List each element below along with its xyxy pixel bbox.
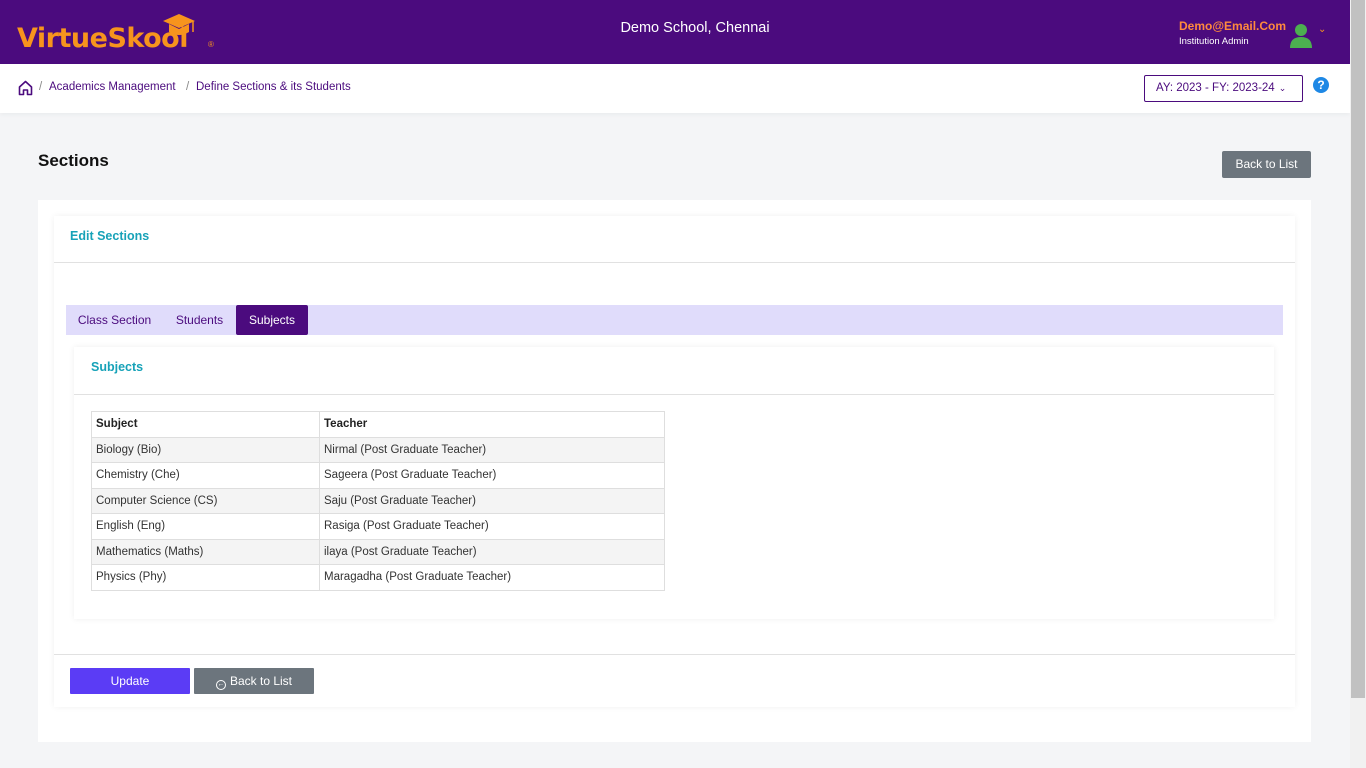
- user-avatar-icon[interactable]: [1289, 22, 1313, 48]
- divider: [54, 262, 1295, 263]
- table-row: Chemistry (Che) Sageera (Post Graduate T…: [91, 462, 665, 489]
- subject-cell: Mathematics (Maths): [91, 538, 320, 565]
- academic-year-value: AY: 2023 - FY: 2023-24: [1156, 82, 1275, 94]
- teacher-cell: Rasiga (Post Graduate Teacher): [319, 513, 665, 540]
- subjects-table: Subject Teacher Biology (Bio) Nirmal (Po…: [91, 411, 665, 591]
- divider: [74, 394, 1274, 395]
- table-row: Computer Science (CS) Saju (Post Graduat…: [91, 487, 665, 514]
- back-to-list-label: Back to List: [229, 674, 293, 688]
- card-title: Edit Sections: [70, 229, 150, 243]
- subject-cell: Biology (Bio): [91, 436, 320, 463]
- user-email[interactable]: Demo@Email.Com: [1179, 19, 1286, 33]
- update-button[interactable]: Update: [70, 668, 190, 694]
- help-icon[interactable]: ?: [1313, 77, 1329, 93]
- column-header-teacher: Teacher: [319, 411, 665, 438]
- user-role: Institution Admin: [1179, 36, 1249, 47]
- subject-cell: Physics (Phy): [91, 564, 320, 591]
- subjects-title: Subjects: [91, 360, 144, 374]
- breadcrumb-separator: /: [39, 81, 43, 93]
- breadcrumb-define-sections[interactable]: Define Sections & its Students: [196, 81, 351, 93]
- user-menu-chevron-down-icon[interactable]: ⌄: [1318, 24, 1326, 35]
- teacher-cell: Sageera (Post Graduate Teacher): [319, 462, 665, 489]
- teacher-cell: Nirmal (Post Graduate Teacher): [319, 436, 665, 463]
- column-header-subject: Subject: [91, 411, 320, 438]
- tab-class-section[interactable]: Class Section: [66, 305, 163, 335]
- divider: [54, 654, 1295, 655]
- back-to-list-button-top[interactable]: Back to List: [1222, 151, 1311, 178]
- main-panel: Edit Sections Class Section Students Sub…: [38, 200, 1311, 742]
- tab-subjects[interactable]: Subjects: [236, 305, 308, 335]
- table-header-row: Subject Teacher: [91, 411, 665, 438]
- breadcrumb-academics-management[interactable]: Academics Management: [49, 81, 176, 93]
- breadcrumb-separator: /: [186, 81, 190, 93]
- chevron-down-icon: ⌄: [1278, 83, 1287, 93]
- breadcrumb-bar: / Academics Management / Define Sections…: [0, 64, 1350, 113]
- teacher-cell: Saju (Post Graduate Teacher): [319, 487, 665, 514]
- teacher-cell: ilaya (Post Graduate Teacher): [319, 538, 665, 565]
- arrow-left-circle-icon: ←: [215, 680, 226, 690]
- back-to-list-button-bottom[interactable]: ← Back to List: [194, 668, 314, 694]
- academic-year-select[interactable]: AY: 2023 - FY: 2023-24 ⌄: [1144, 75, 1303, 102]
- home-icon[interactable]: [18, 80, 33, 96]
- table-row: Biology (Bio) Nirmal (Post Graduate Teac…: [91, 436, 665, 463]
- tab-bar: Class Section Students Subjects: [66, 305, 1283, 335]
- table-row: English (Eng) Rasiga (Post Graduate Teac…: [91, 513, 665, 540]
- subject-cell: Chemistry (Che): [91, 462, 320, 489]
- school-name: Demo School, Chennai: [620, 20, 770, 36]
- top-header: VirtueSkool ® Demo School, Chennai Demo@…: [0, 0, 1350, 64]
- scrollbar-thumb[interactable]: [1351, 0, 1365, 698]
- teacher-cell: Maragadha (Post Graduate Teacher): [319, 564, 665, 591]
- table-row: Mathematics (Maths) ilaya (Post Graduate…: [91, 538, 665, 565]
- edit-sections-card: Edit Sections Class Section Students Sub…: [54, 216, 1295, 707]
- table-row: Physics (Phy) Maragadha (Post Graduate T…: [91, 564, 665, 591]
- subject-cell: English (Eng): [91, 513, 320, 540]
- subject-cell: Computer Science (CS): [91, 487, 320, 514]
- logo-registered-mark: ®: [208, 40, 214, 49]
- page-title: Sections: [38, 151, 109, 170]
- tab-students[interactable]: Students: [163, 305, 236, 335]
- subjects-panel: Subjects Subject Teacher Biology (Bio) N…: [74, 347, 1274, 619]
